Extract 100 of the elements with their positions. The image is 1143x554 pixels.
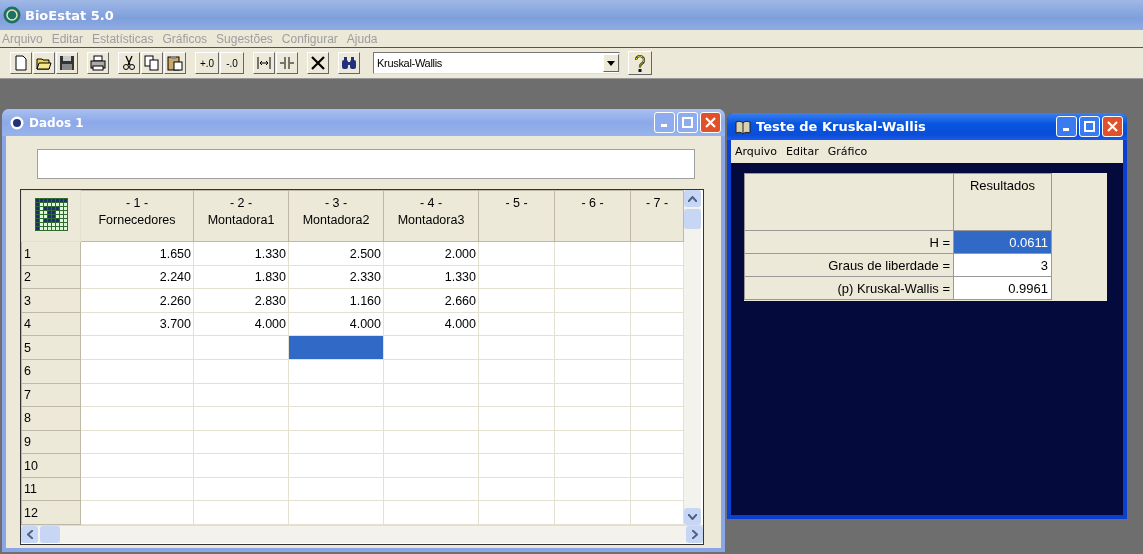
minimize-button[interactable]: [654, 112, 675, 133]
table-cell[interactable]: 2.830: [193, 288, 289, 313]
folder-icon[interactable]: [36, 55, 52, 71]
maximize-button[interactable]: [677, 112, 698, 133]
table-cell[interactable]: [288, 383, 384, 407]
table-cell[interactable]: [80, 500, 194, 525]
column-header[interactable]: - 7 -: [630, 190, 684, 242]
help-icon[interactable]: [632, 54, 648, 72]
close-button[interactable]: [700, 112, 721, 133]
table-cell[interactable]: 1.650: [80, 241, 194, 266]
table-cell[interactable]: [478, 406, 555, 431]
table-cell[interactable]: [383, 453, 479, 478]
delete-icon[interactable]: [310, 55, 326, 71]
table-cell[interactable]: [554, 312, 631, 336]
table-cell[interactable]: [630, 241, 684, 266]
table-cell[interactable]: 2.660: [383, 288, 479, 313]
table-cell[interactable]: [80, 335, 194, 360]
table-cell[interactable]: [288, 477, 384, 501]
table-cell[interactable]: [193, 477, 289, 501]
toolbar-button[interactable]: +.0: [195, 52, 219, 74]
table-cell[interactable]: 4.000: [288, 312, 384, 336]
column-header[interactable]: - 6 -: [554, 190, 631, 242]
column-header[interactable]: - 2 - Montadora1: [193, 190, 289, 242]
table-cell[interactable]: [554, 500, 631, 525]
table-cell[interactable]: [630, 453, 684, 478]
table-cell[interactable]: [383, 430, 479, 454]
row-header[interactable]: 2: [21, 265, 81, 289]
new-file-icon[interactable]: [13, 55, 29, 71]
table-cell[interactable]: [193, 359, 289, 384]
row-header[interactable]: 7: [21, 383, 81, 407]
column-header[interactable]: - 1 - Fornecedores: [80, 190, 194, 242]
table-cell[interactable]: [554, 359, 631, 384]
table-cell[interactable]: [383, 335, 479, 360]
table-cell[interactable]: 2.500: [288, 241, 384, 266]
scroll-thumb[interactable]: [40, 526, 60, 543]
row-header[interactable]: 8: [21, 406, 81, 431]
table-cell[interactable]: [80, 430, 194, 454]
table-cell[interactable]: 2.000: [383, 241, 479, 266]
table-cell[interactable]: 1.330: [193, 241, 289, 266]
scroll-right-icon[interactable]: [691, 530, 698, 539]
scroll-up-icon[interactable]: [688, 195, 697, 202]
table-cell[interactable]: [288, 453, 384, 478]
maximize-button[interactable]: [1079, 116, 1100, 137]
table-cell[interactable]: [478, 477, 555, 501]
dropdown-arrow-icon[interactable]: [607, 60, 615, 66]
table-cell[interactable]: [478, 288, 555, 313]
table-cell[interactable]: [630, 288, 684, 313]
table-cell[interactable]: [80, 477, 194, 501]
printer-icon[interactable]: [90, 55, 106, 71]
table-cell[interactable]: [80, 406, 194, 431]
table-cell[interactable]: [630, 406, 684, 431]
narrow-column-icon[interactable]: [279, 55, 295, 71]
table-cell[interactable]: [554, 453, 631, 478]
table-cell[interactable]: [193, 453, 289, 478]
table-cell[interactable]: [383, 383, 479, 407]
row-header[interactable]: 9: [21, 430, 81, 454]
table-cell[interactable]: 2.260: [80, 288, 194, 313]
table-cell[interactable]: [80, 383, 194, 407]
table-cell[interactable]: [478, 241, 555, 266]
column-header[interactable]: - 3 - Montadora2: [288, 190, 384, 242]
table-cell[interactable]: [288, 430, 384, 454]
table-cell[interactable]: [554, 265, 631, 289]
table-cell[interactable]: [478, 312, 555, 336]
table-cell[interactable]: [478, 500, 555, 525]
column-header[interactable]: - 5 -: [478, 190, 555, 242]
table-cell[interactable]: [193, 383, 289, 407]
table-cell[interactable]: [383, 406, 479, 431]
row-header[interactable]: 6: [21, 359, 81, 384]
table-cell[interactable]: [630, 335, 684, 360]
table-cell[interactable]: [288, 359, 384, 384]
table-cell[interactable]: [193, 430, 289, 454]
menu-item[interactable]: Editar: [786, 145, 819, 158]
table-cell[interactable]: [630, 500, 684, 525]
table-cell[interactable]: [554, 335, 631, 360]
table-cell[interactable]: [383, 359, 479, 384]
table-cell[interactable]: [478, 335, 555, 360]
menu-item[interactable]: Gráfico: [827, 145, 868, 158]
table-cell[interactable]: [193, 406, 289, 431]
table-cell[interactable]: [630, 477, 684, 501]
table-cell[interactable]: [630, 383, 684, 407]
table-cell[interactable]: [193, 500, 289, 525]
row-header[interactable]: 10: [21, 453, 81, 478]
toolbar-button[interactable]: -.0: [220, 52, 244, 74]
table-cell[interactable]: [554, 430, 631, 454]
close-button[interactable]: [1102, 116, 1123, 137]
table-cell[interactable]: [554, 288, 631, 313]
table-cell[interactable]: [478, 383, 555, 407]
table-cell[interactable]: [478, 359, 555, 384]
test-dropdown[interactable]: Kruskal-Wallis: [373, 52, 620, 74]
menu-item[interactable]: Arquivo: [735, 145, 778, 158]
table-cell[interactable]: [478, 453, 555, 478]
table-cell[interactable]: 4.000: [383, 312, 479, 336]
scroll-thumb[interactable]: [684, 209, 701, 229]
table-cell[interactable]: 1.330: [383, 265, 479, 289]
row-header[interactable]: 11: [21, 477, 81, 501]
table-cell[interactable]: [554, 241, 631, 266]
table-cell[interactable]: [478, 265, 555, 289]
table-cell[interactable]: 1.830: [193, 265, 289, 289]
table-cell[interactable]: [80, 359, 194, 384]
row-header[interactable]: 5: [21, 335, 81, 360]
